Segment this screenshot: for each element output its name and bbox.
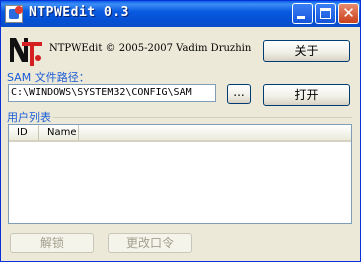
title-bar[interactable]: NTPWEdit 0.3 ✕	[1, 1, 360, 27]
close-icon: ✕	[342, 4, 355, 22]
user-list-label: 用户列表	[7, 109, 53, 125]
app-icon[interactable]	[5, 5, 23, 23]
minimize-button[interactable]	[292, 3, 313, 24]
window-title: NTPWEdit 0.3	[29, 5, 129, 20]
change-password-button[interactable]: 更改口令	[108, 233, 192, 253]
minimize-icon	[297, 16, 305, 19]
ntpwedit-logo-icon	[10, 38, 42, 66]
about-button[interactable]: 关于	[263, 40, 350, 62]
browse-button[interactable]: ...	[227, 84, 251, 104]
sam-path-label: SAM 文件路径：	[7, 71, 90, 84]
column-header-name[interactable]: Name	[39, 125, 79, 140]
copyright-text: NTPWEdit © 2005-2007 Vadim Druzhin	[49, 43, 252, 54]
user-list[interactable]: ID Name	[8, 124, 352, 224]
user-list-header: ID Name	[9, 125, 351, 142]
open-button[interactable]: 打开	[263, 84, 350, 106]
close-button[interactable]: ✕	[338, 3, 359, 24]
sam-path-input[interactable]: C:\WINDOWS\SYSTEM32\CONFIG\SAM	[8, 84, 216, 102]
group-divider	[9, 117, 352, 118]
maximize-icon	[320, 8, 331, 19]
column-header-id[interactable]: ID	[9, 125, 39, 140]
unlock-button[interactable]: 解锁	[10, 233, 94, 253]
maximize-button[interactable]	[315, 3, 336, 24]
main-window: NTPWEdit 0.3 ✕ NTPWEdit © 2005-2007 Vadi…	[0, 0, 361, 262]
